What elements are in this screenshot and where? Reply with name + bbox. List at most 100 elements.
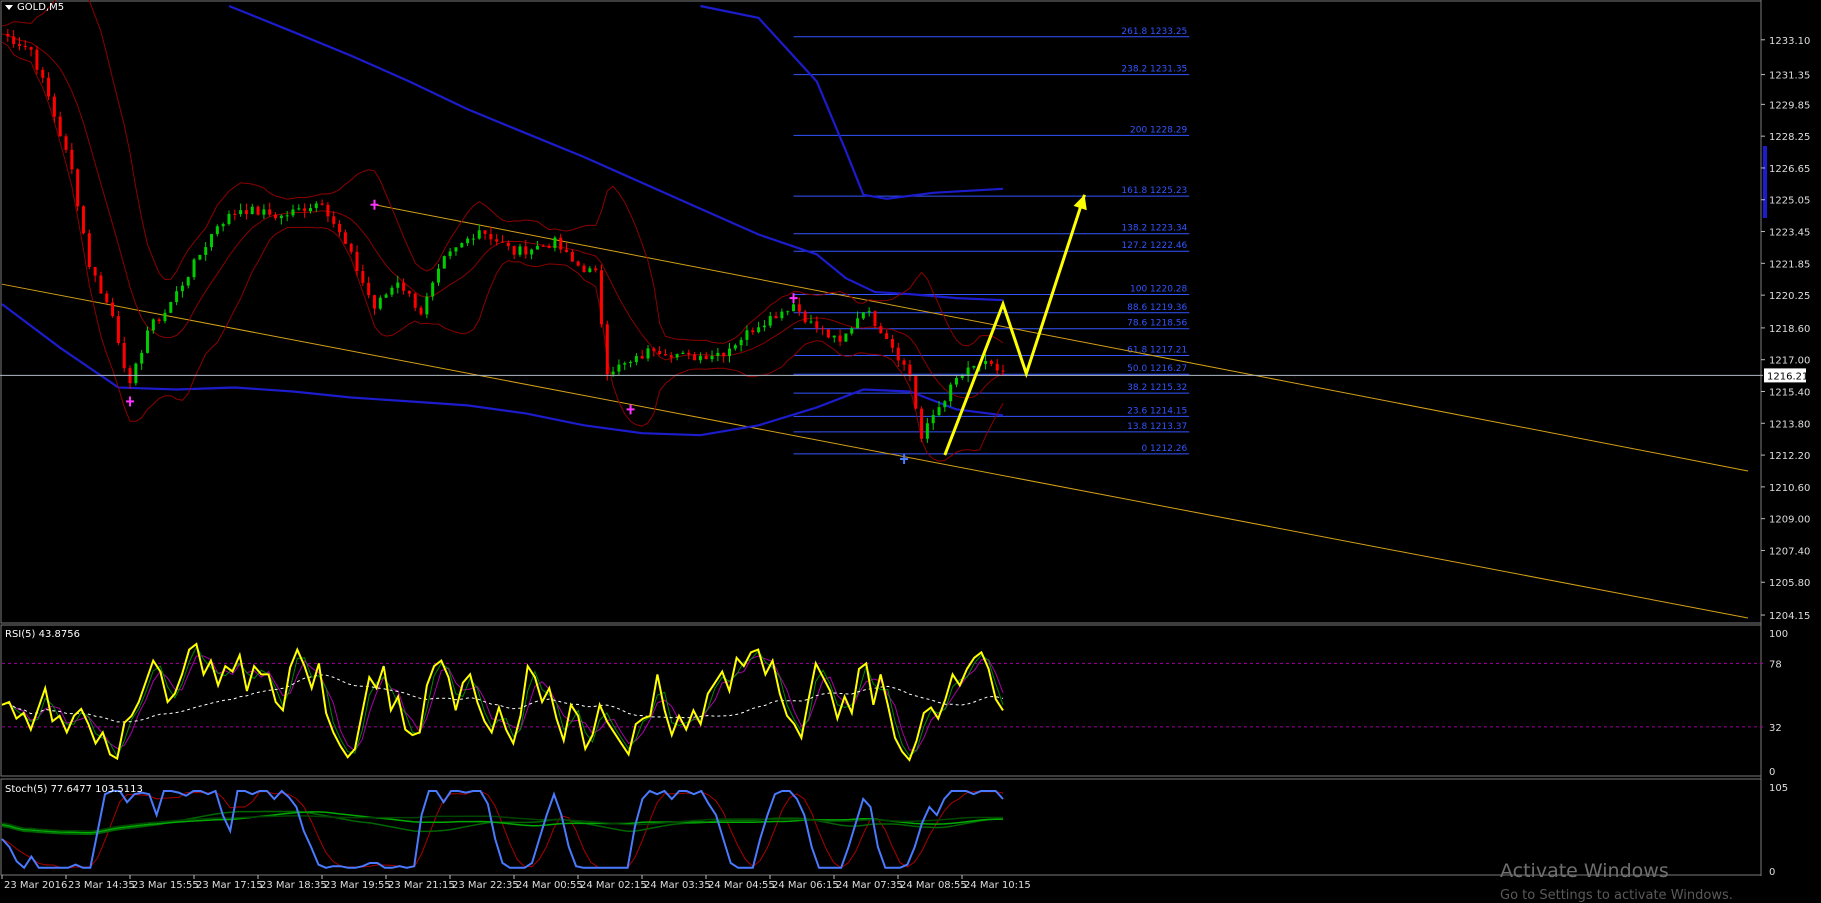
candle-body xyxy=(949,384,953,402)
candle-body xyxy=(425,296,429,315)
candle-body xyxy=(553,237,557,248)
candle-body xyxy=(314,203,318,209)
price-tick-label: 1233.10 xyxy=(1769,36,1810,47)
candle-body xyxy=(303,208,307,212)
candle-body xyxy=(372,295,376,309)
candle-body xyxy=(215,226,219,235)
candle-body xyxy=(594,268,598,271)
candle-body xyxy=(792,304,796,312)
candle-body xyxy=(663,354,667,356)
scroll-marker[interactable] xyxy=(1763,146,1767,218)
price-tick-label: 1207.40 xyxy=(1769,546,1810,557)
activate-windows-watermark: Activate Windows xyxy=(1500,860,1669,882)
stoch-tick-label: 105 xyxy=(1769,783,1788,794)
candle-body xyxy=(262,209,266,215)
candle-body xyxy=(745,330,749,340)
candle-body xyxy=(605,324,609,375)
activate-windows-subtext: Go to Settings to activate Windows. xyxy=(1500,888,1733,903)
candle-body xyxy=(332,216,336,224)
time-tick-label: 23 Mar 14:35 xyxy=(68,880,135,891)
fib-level-label: 38.2 1215.32 xyxy=(1127,383,1187,393)
candle-body xyxy=(437,268,440,283)
candle-body xyxy=(41,69,45,78)
fib-level-label: 238.2 1231.35 xyxy=(1121,65,1187,75)
candle-body xyxy=(524,246,528,255)
fib-level-label: 138.2 1223.34 xyxy=(1121,224,1187,234)
candle-body xyxy=(646,348,650,359)
candle-body xyxy=(530,249,534,255)
price-tick-label: 1226.65 xyxy=(1769,164,1810,175)
candle-body xyxy=(93,266,97,276)
candle-body xyxy=(58,116,62,137)
candle-body xyxy=(512,246,516,255)
candle-body xyxy=(99,275,103,294)
candle-body xyxy=(693,354,697,361)
candle-body xyxy=(146,330,149,353)
price-tick-label: 1204.15 xyxy=(1769,611,1810,622)
fib-level-label: 50.0 1216.27 xyxy=(1127,364,1187,374)
candle-body xyxy=(535,245,539,250)
candle-body xyxy=(221,224,225,227)
price-tick-label: 1210.60 xyxy=(1769,483,1810,494)
candle-body xyxy=(1001,370,1005,372)
candle-body xyxy=(803,311,807,323)
candle-body xyxy=(588,268,592,273)
candle-body xyxy=(227,213,231,225)
main-title: GOLD,M5 xyxy=(17,2,64,13)
candle-body xyxy=(623,363,627,365)
candle-body xyxy=(786,311,790,313)
candle-body xyxy=(134,363,138,384)
candle-body xyxy=(541,245,545,247)
candle-body xyxy=(413,293,417,308)
time-tick-label: 24 Mar 06:15 xyxy=(772,880,839,891)
candle-body xyxy=(35,49,39,70)
candle-body xyxy=(186,277,190,286)
candle-body xyxy=(943,401,947,408)
candle-body xyxy=(198,254,202,260)
current-price-label: 1216.21 xyxy=(1767,371,1808,382)
time-tick-label: 23 Mar 17:15 xyxy=(196,880,263,891)
candle-body xyxy=(809,321,813,323)
candle-body xyxy=(384,294,388,298)
price-tick-label: 1229.85 xyxy=(1769,100,1810,111)
candle-body xyxy=(902,360,906,365)
candle-body xyxy=(879,326,883,334)
candle-body xyxy=(239,210,243,215)
candle-body xyxy=(396,282,400,288)
fib-level-label: 100 1220.28 xyxy=(1130,285,1188,295)
candle-body xyxy=(675,354,679,358)
price-tick-label: 1217.00 xyxy=(1769,356,1810,367)
time-tick-label: 23 Mar 18:35 xyxy=(260,880,327,891)
price-tick-label: 1212.20 xyxy=(1769,451,1810,462)
candle-body xyxy=(890,338,894,348)
candle-body xyxy=(995,363,999,371)
price-tick-label: 1209.00 xyxy=(1769,515,1810,526)
candle-body xyxy=(821,328,825,330)
fib-level-label: 88.6 1219.36 xyxy=(1127,303,1187,313)
rsi-tick-label: 78 xyxy=(1769,659,1782,670)
candle-body xyxy=(838,335,842,342)
chart-canvas: 1233.10 1231.35 1229.85 1228.25 1226.65 1225.… xyxy=(0,0,1821,899)
price-tick-label: 1215.40 xyxy=(1769,387,1810,398)
candle-body xyxy=(582,265,586,273)
candle-body xyxy=(896,347,900,361)
candle-body xyxy=(501,241,505,243)
rsi-title: RSI(5) 43.8756 xyxy=(5,629,80,640)
candle-body xyxy=(751,330,755,333)
time-tick-label: 23 Mar 15:55 xyxy=(132,880,199,891)
candle-body xyxy=(972,365,976,368)
fib-level-label: 61.8 1217.21 xyxy=(1127,346,1187,356)
candle-body xyxy=(722,352,726,357)
candle-body xyxy=(861,312,865,319)
candle-body xyxy=(652,348,656,352)
candle-body xyxy=(419,307,423,315)
candle-body xyxy=(728,348,731,357)
candle-body xyxy=(611,371,615,375)
candle-body xyxy=(343,232,347,244)
candle-body xyxy=(279,215,283,219)
candle-body xyxy=(925,423,929,439)
candle-body xyxy=(442,256,446,269)
stoch-tick-label: 0 xyxy=(1769,867,1775,878)
time-tick-label: 23 Mar 22:35 xyxy=(452,880,519,891)
candle-body xyxy=(739,339,743,346)
